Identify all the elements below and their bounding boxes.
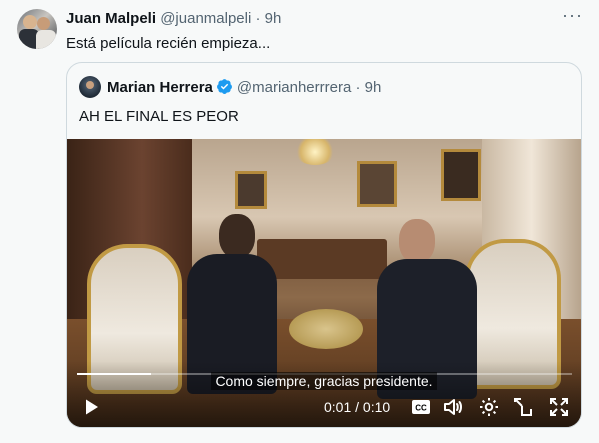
verified-badge-icon	[216, 79, 232, 94]
tweet-text: Está película recién empieza...	[66, 35, 271, 52]
author-avatar[interactable]	[17, 9, 57, 49]
fullscreen-icon[interactable]	[547, 395, 571, 419]
quoted-tweet-time[interactable]: 9h	[365, 79, 382, 96]
svg-text:CC: CC	[415, 404, 427, 413]
separator-dot: ·	[255, 10, 261, 27]
quoted-author-name[interactable]: Marian Herrera	[107, 79, 213, 96]
quoted-author-handle[interactable]: @marianherrrera	[237, 79, 351, 96]
tweet[interactable]: Juan Malpeli @juanmalpeli · 9h ··· Está …	[0, 0, 599, 443]
closed-captions-icon[interactable]: CC	[409, 395, 433, 419]
video-player[interactable]: Como siempre, gracias presidente. 0:01 /…	[67, 139, 581, 427]
author-name[interactable]: Juan Malpeli	[66, 10, 156, 27]
quoted-separator-dot: ·	[355, 79, 361, 96]
quoted-tweet-text: AH EL FINAL ES PEOR	[79, 108, 239, 125]
quoted-tweet-header: Marian Herrera @marianherrrera · 9h	[107, 78, 381, 97]
video-subtitle: Como siempre, gracias presidente.	[67, 372, 581, 390]
play-icon[interactable]	[79, 395, 103, 419]
volume-icon[interactable]	[441, 395, 465, 419]
author-handle[interactable]: @juanmalpeli	[160, 10, 251, 27]
quoted-tweet[interactable]: Marian Herrera @marianherrrera · 9h AH EL…	[66, 62, 582, 428]
tweet-time[interactable]: 9h	[265, 10, 282, 27]
tweet-header: Juan Malpeli @juanmalpeli · 9h	[66, 10, 281, 28]
more-options-icon[interactable]: ···	[562, 6, 582, 28]
settings-gear-icon[interactable]	[477, 395, 501, 419]
video-time: 0:01 / 0:10	[324, 399, 391, 415]
popout-icon[interactable]	[511, 395, 535, 419]
quoted-author-avatar[interactable]	[79, 76, 101, 98]
